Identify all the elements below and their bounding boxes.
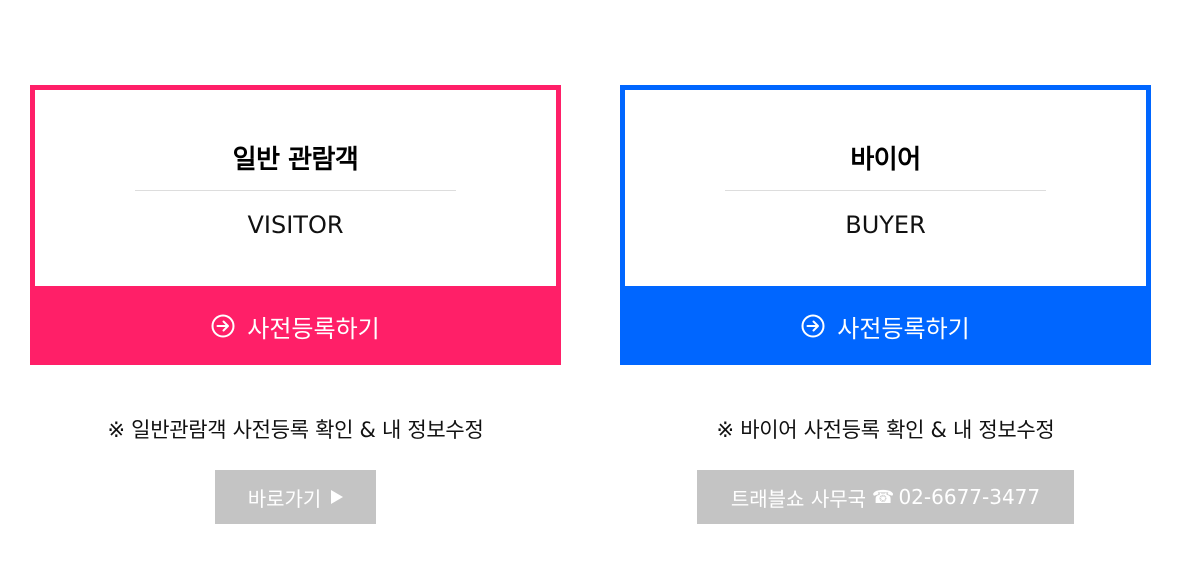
arrow-circle-right-icon xyxy=(801,314,825,338)
buyer-subtitle: BUYER xyxy=(845,211,926,239)
visitor-divider xyxy=(135,190,456,191)
phone-icon: ☎ xyxy=(872,486,895,508)
visitor-card: 일반 관람객 VISITOR 사전등록하기 xyxy=(30,85,561,365)
visitor-card-box: 일반 관람객 VISITOR xyxy=(30,85,561,291)
buyer-note: ※ 바이어 사전등록 확인 & 내 정보수정 xyxy=(716,418,1055,442)
buyer-divider xyxy=(725,190,1046,191)
play-icon xyxy=(331,490,344,504)
buyer-card-box: 바이어 BUYER xyxy=(620,85,1151,291)
buyer-office-label: 트래블쇼 사무국 xyxy=(730,486,867,511)
visitor-register-label: 사전등록하기 xyxy=(247,314,380,343)
visitor-register-button[interactable]: 사전등록하기 xyxy=(30,287,561,365)
visitor-goto-button[interactable]: 바로가기 xyxy=(215,470,376,524)
visitor-note: ※ 일반관람객 사전등록 확인 & 내 정보수정 xyxy=(107,418,484,442)
arrow-circle-right-icon xyxy=(211,314,235,338)
visitor-title: 일반 관람객 xyxy=(232,145,359,175)
buyer-title: 바이어 xyxy=(850,145,921,175)
buyer-register-label: 사전등록하기 xyxy=(837,314,970,343)
visitor-goto-label: 바로가기 xyxy=(247,486,322,511)
buyer-office-phone: 02-6677-3477 xyxy=(898,485,1041,509)
buyer-office-contact: 트래블쇼 사무국 ☎ 02-6677-3477 xyxy=(697,470,1074,524)
visitor-subtitle: VISITOR xyxy=(247,211,344,239)
buyer-register-button[interactable]: 사전등록하기 xyxy=(620,287,1151,365)
buyer-card: 바이어 BUYER 사전등록하기 xyxy=(620,85,1151,365)
